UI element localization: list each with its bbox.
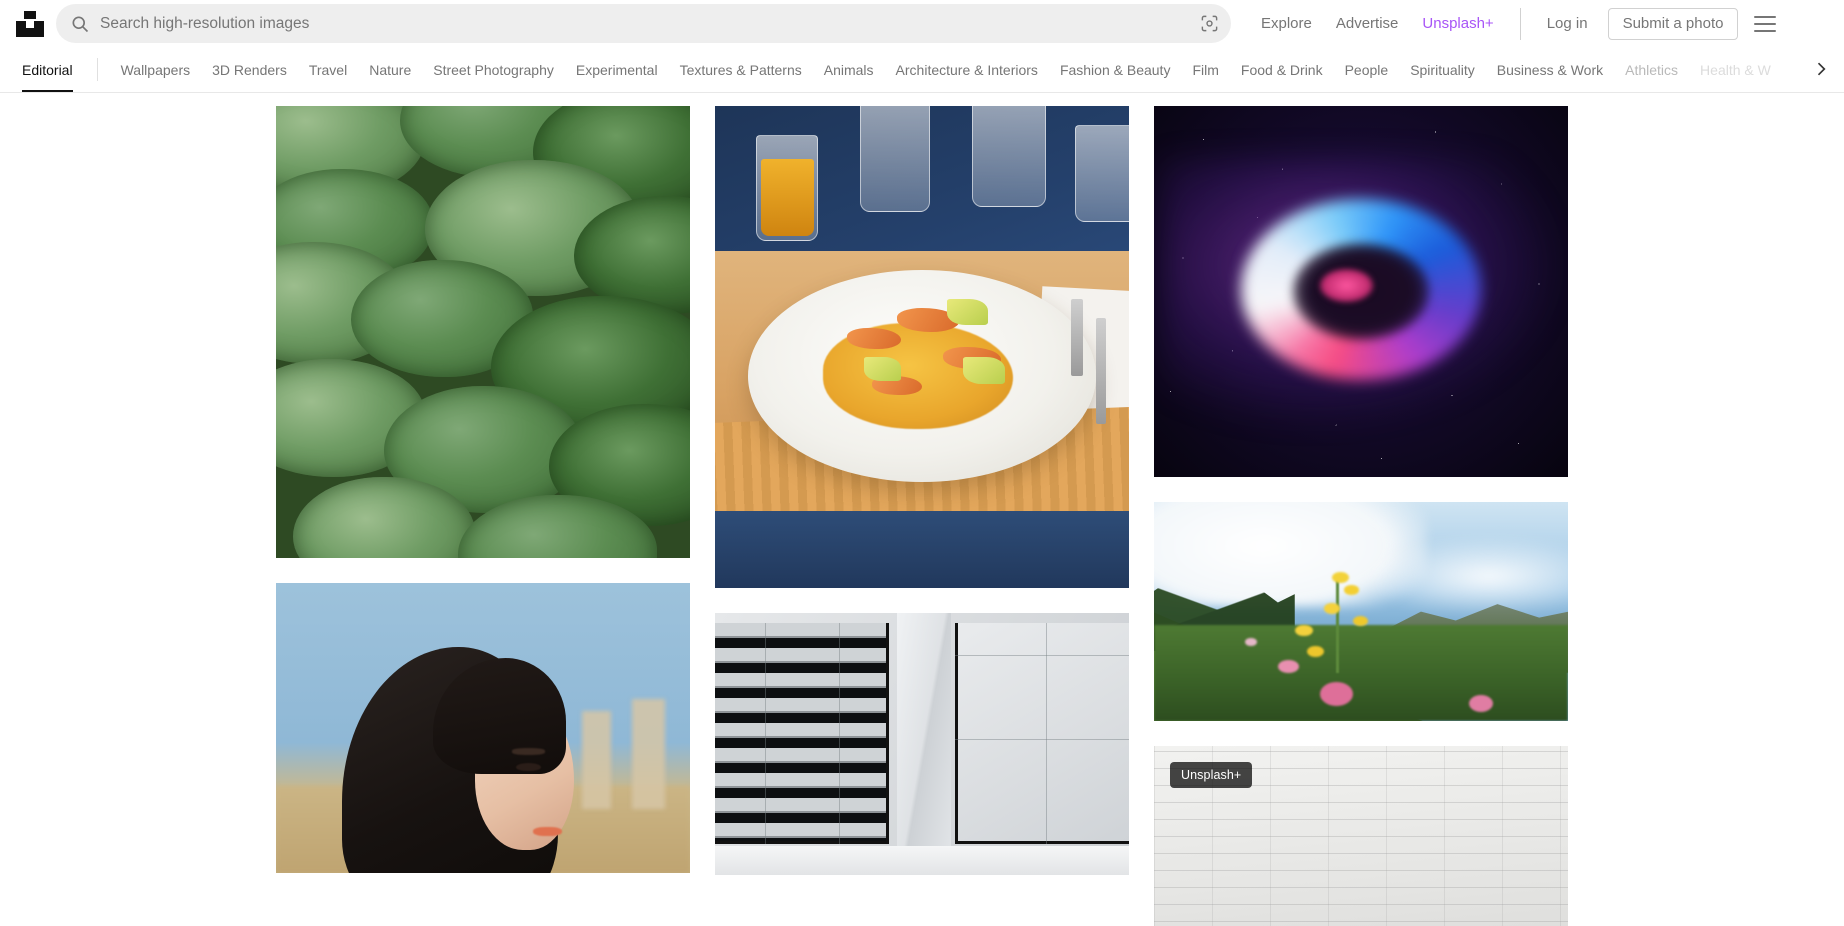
nav-explore[interactable]: Explore xyxy=(1249,0,1324,47)
photo-concrete-facade[interactable] xyxy=(715,613,1129,875)
photo-lily-pads[interactable] xyxy=(276,106,690,558)
nav-advertise[interactable]: Advertise xyxy=(1324,0,1411,47)
category-experimental[interactable]: Experimental xyxy=(565,47,669,92)
chevron-right-icon xyxy=(1817,62,1826,76)
photo-artwork xyxy=(276,106,690,558)
submit-photo-button[interactable]: Submit a photo xyxy=(1607,7,1739,40)
category-people[interactable]: People xyxy=(1334,47,1400,92)
grid-column-3: Unsplash+ xyxy=(1154,106,1568,926)
category-spirituality[interactable]: Spirituality xyxy=(1399,47,1486,92)
photo-seafood-paella[interactable] xyxy=(715,106,1129,588)
photo-artwork xyxy=(1154,501,1568,722)
category-architecture-interiors[interactable]: Architecture & Interiors xyxy=(885,47,1049,92)
category-health-w[interactable]: Health & W xyxy=(1689,47,1782,92)
hamburger-menu-icon[interactable] xyxy=(1754,9,1784,39)
nav-unsplash-plus[interactable]: Unsplash+ xyxy=(1410,0,1505,47)
search-bar[interactable] xyxy=(56,4,1231,43)
search-input[interactable] xyxy=(90,4,1193,43)
category-wallpapers[interactable]: Wallpapers xyxy=(110,47,202,92)
photo-artwork xyxy=(715,613,1129,875)
search-icon xyxy=(72,16,89,32)
tab-editorial[interactable]: Editorial xyxy=(12,47,83,92)
category-list: Wallpapers 3D Renders Travel Nature Street P… xyxy=(110,47,1844,92)
photo-artwork xyxy=(276,583,690,873)
grid-column-1 xyxy=(276,106,690,926)
category-film[interactable]: Film xyxy=(1181,47,1229,92)
category-business-work[interactable]: Business & Work xyxy=(1486,47,1614,92)
photo-space-nebula[interactable] xyxy=(1154,106,1568,477)
category-3d-renders[interactable]: 3D Renders xyxy=(201,47,298,92)
category-food-drink[interactable]: Food & Drink xyxy=(1230,47,1334,92)
unsplash-logo[interactable] xyxy=(14,8,46,40)
category-textures-patterns[interactable]: Textures & Patterns xyxy=(669,47,813,92)
photo-woman-portrait[interactable] xyxy=(276,583,690,873)
photo-grid: Unsplash+ xyxy=(276,93,1568,926)
photo-artwork xyxy=(1154,106,1568,477)
category-animals[interactable]: Animals xyxy=(813,47,885,92)
photo-artwork xyxy=(715,106,1129,588)
category-divider xyxy=(96,58,98,81)
unsplash-plus-badge: Unsplash+ xyxy=(1170,762,1253,789)
category-street-photography[interactable]: Street Photography xyxy=(422,47,565,92)
category-fashion-beauty[interactable]: Fashion & Beauty xyxy=(1049,47,1182,92)
photo-white-brick-wall[interactable]: Unsplash+ xyxy=(1154,746,1568,926)
category-nav: Editorial Wallpapers 3D Renders Travel Natu… xyxy=(0,47,1844,93)
site-header: Explore Advertise Unsplash+ Log in Submi… xyxy=(0,0,1844,47)
visual-search-icon[interactable] xyxy=(1193,8,1225,40)
grid-column-2 xyxy=(715,106,1129,926)
category-travel[interactable]: Travel xyxy=(298,47,358,92)
photo-alpine-meadow[interactable] xyxy=(1154,501,1568,722)
category-scroll-right-button[interactable] xyxy=(1798,47,1844,91)
category-nature[interactable]: Nature xyxy=(358,47,422,92)
header-divider xyxy=(1519,7,1521,40)
login-link[interactable]: Log in xyxy=(1535,0,1600,47)
header-nav: Explore Advertise Unsplash+ Log in Submi… xyxy=(1249,0,1784,47)
category-athletics[interactable]: Athletics xyxy=(1614,47,1689,92)
